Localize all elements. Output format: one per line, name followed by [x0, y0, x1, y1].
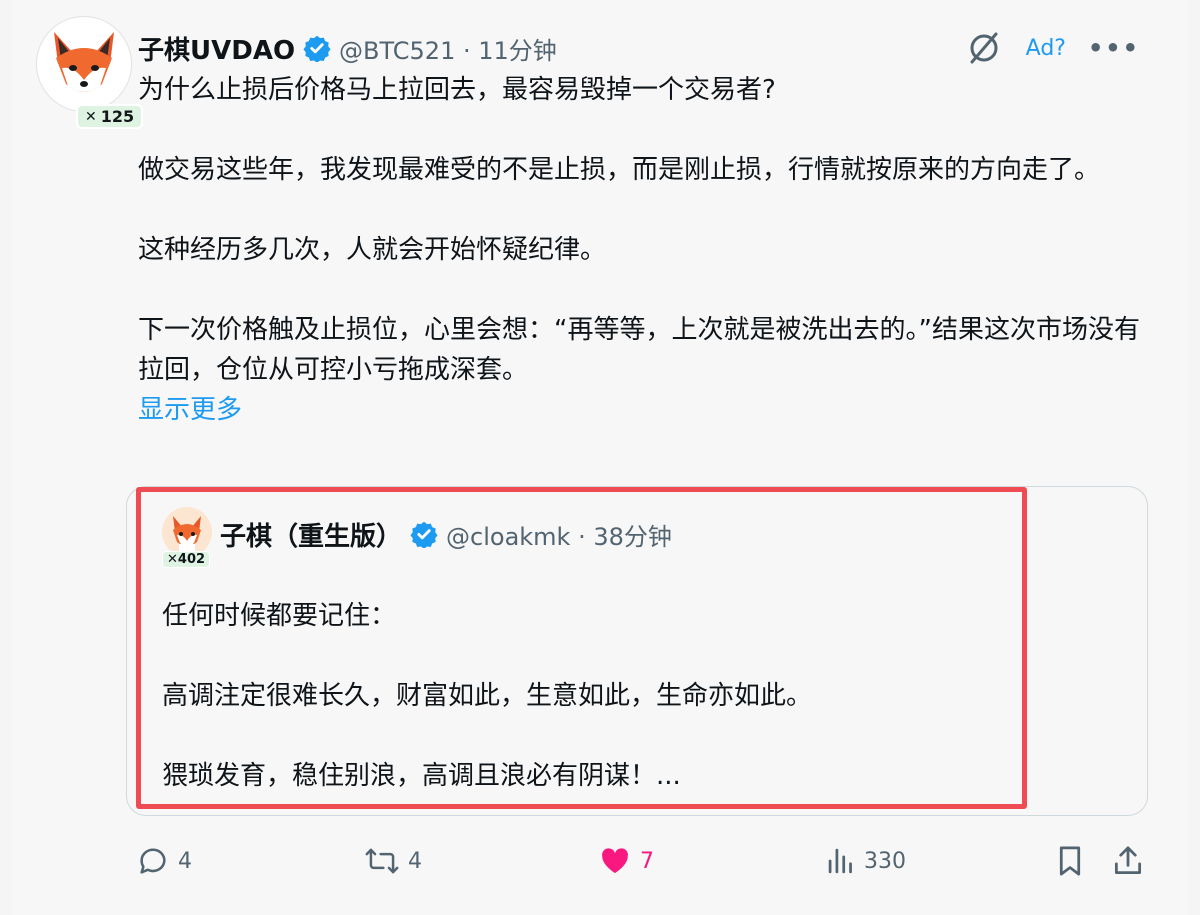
like-count: 7: [640, 848, 654, 874]
like-button[interactable]: 7: [598, 840, 654, 882]
quote-badge-count: 402: [177, 552, 206, 567]
author-name[interactable]: 子棋UVDAO: [138, 30, 295, 67]
share-icon: [1114, 846, 1142, 875]
reply-count: 4: [178, 848, 192, 874]
handle-text[interactable]: @BTC521: [339, 37, 455, 65]
x-logo-icon: ✕: [85, 108, 97, 125]
tweet-paragraph: 下一次价格触及止损位，心里会想：“再等等，上次就是被洗出去的。”结果这次市场没有…: [138, 315, 1140, 385]
views-button[interactable]: 330: [826, 840, 906, 882]
tweet-text: 为什么止损后价格马上拉回去，最容易毁掉一个交易者? 做交易这些年，我发现最难受的…: [138, 70, 1158, 430]
verified-icon: [303, 35, 331, 62]
reply-icon: [140, 848, 166, 874]
quote-paragraph: 猥琐发育，稳住别浪，高调且浪必有阴谋！...: [162, 761, 681, 791]
avatar[interactable]: [36, 16, 132, 112]
affiliate-badge[interactable]: ✕ 125: [76, 104, 144, 129]
header-actions: Ad? •••: [964, 28, 1140, 68]
bookmark-button[interactable]: [1054, 840, 1086, 882]
retweet-icon: [365, 848, 399, 874]
fox-avatar-icon: [173, 516, 201, 554]
quote-text: 任何时候都要记住： 高调注定很难长久，财富如此，生意如此，生命亦如此。 猥琐发育…: [162, 596, 1002, 796]
heart-icon: [602, 848, 628, 874]
tweet-paragraph: 为什么止损后价格马上拉回去，最容易毁掉一个交易者?: [138, 75, 776, 105]
tweet-paragraph: 做交易这些年，我发现最难受的不是止损，而是刚止损，行情就按原来的方向走了。: [138, 155, 1101, 185]
quote-author-handle[interactable]: @cloakmk · 38分钟: [446, 517, 672, 552]
quote-handle-text[interactable]: @cloakmk: [446, 523, 570, 551]
quote-affiliate-badge[interactable]: ✕402: [162, 551, 211, 568]
retweet-button[interactable]: 4: [364, 840, 422, 882]
quote-header: 子棋（重生版） @cloakmk · 38分钟: [220, 514, 672, 554]
slashed-circle-icon[interactable]: [964, 28, 1004, 68]
action-bar: 4 4 7 330: [136, 840, 1156, 882]
show-more-link[interactable]: 显示更多: [138, 390, 1158, 430]
verified-icon: [410, 521, 438, 548]
views-chart-icon: [828, 848, 852, 874]
retweet-count: 4: [408, 848, 422, 874]
quote-paragraph: 任何时候都要记住：: [162, 601, 397, 631]
quote-author-name[interactable]: 子棋（重生版）: [220, 516, 402, 553]
quote-timestamp[interactable]: 38分钟: [593, 523, 672, 551]
more-options-icon[interactable]: •••: [1088, 34, 1140, 62]
bookmark-icon: [1059, 846, 1081, 876]
reply-button[interactable]: 4: [136, 840, 192, 882]
quote-avatar[interactable]: [162, 507, 212, 557]
author-avatar-wrap[interactable]: ✕ 125: [36, 16, 144, 129]
x-logo-icon: ✕: [167, 552, 178, 567]
ad-label[interactable]: Ad?: [1026, 36, 1066, 61]
share-button[interactable]: [1112, 840, 1144, 882]
quote-paragraph: 高调注定很难长久，财富如此，生意如此，生命亦如此。: [162, 681, 813, 711]
tweet-header: 子棋UVDAO @BTC521 · 11分钟 Ad? •••: [138, 28, 1168, 68]
author-handle[interactable]: @BTC521 · 11分钟: [339, 31, 557, 66]
badge-count: 125: [100, 107, 135, 126]
tweet-paragraph: 这种经历多几次，人就会开始怀疑纪律。: [138, 235, 607, 265]
fox-avatar-icon: [54, 32, 114, 92]
view-count: 330: [864, 848, 906, 874]
timestamp[interactable]: 11分钟: [478, 37, 557, 65]
